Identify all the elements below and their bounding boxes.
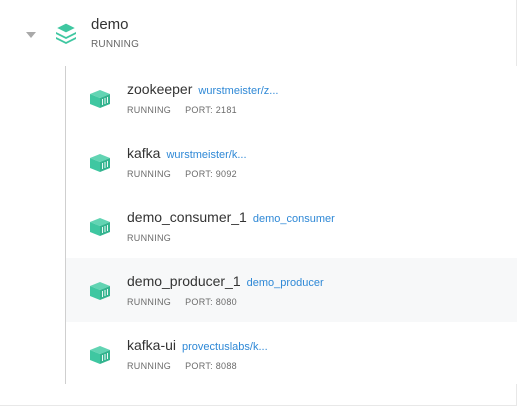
container-status: RUNNING	[127, 297, 172, 307]
container-image-link[interactable]: provectuslabs/k...	[182, 341, 268, 353]
container-icon	[90, 282, 110, 300]
container-image-link[interactable]: demo_consumer	[253, 213, 335, 225]
container-icon	[90, 346, 110, 364]
container-status: RUNNING	[127, 169, 172, 179]
stack-name: demo	[91, 16, 129, 33]
container-name: demo_producer_1	[127, 273, 241, 289]
container-list: zookeeper wurstmeister/z... RUNNING PORT: …	[65, 66, 517, 384]
container-status: RUNNING	[127, 105, 172, 115]
container-row-kafka-ui[interactable]: kafka-ui provectuslabs/k... RUNNING PORT: …	[66, 322, 517, 384]
stack-icon	[55, 22, 77, 44]
stack-status: RUNNING	[91, 39, 140, 50]
container-row-demo-producer[interactable]: demo_producer_1 demo_producer RUNNING PORT…	[66, 258, 517, 322]
container-status: RUNNING	[127, 233, 172, 243]
container-port: PORT: 8080	[185, 297, 237, 307]
container-name: zookeeper	[127, 81, 193, 97]
container-name: demo_consumer_1	[127, 209, 247, 225]
container-icon	[90, 218, 110, 236]
container-name: kafka-ui	[127, 337, 177, 353]
container-icon	[90, 154, 110, 172]
chevron-down-icon[interactable]	[26, 32, 36, 38]
container-image-link[interactable]: wurstmeister/z...	[198, 85, 278, 97]
container-port: PORT: 2181	[185, 105, 237, 115]
stack-row[interactable]: demo RUNNING	[0, 0, 517, 66]
container-image-link[interactable]: wurstmeister/k...	[166, 149, 246, 161]
container-row-kafka[interactable]: kafka wurstmeister/k... RUNNING PORT: 9092	[66, 130, 517, 194]
container-status: RUNNING	[127, 361, 172, 371]
container-port: PORT: 9092	[185, 169, 237, 179]
container-port: PORT: 8088	[185, 361, 237, 371]
container-image-link[interactable]: demo_producer	[247, 277, 324, 289]
container-row-demo-consumer[interactable]: demo_consumer_1 demo_consumer RUNNING	[66, 194, 517, 258]
container-row-zookeeper[interactable]: zookeeper wurstmeister/z... RUNNING PORT: …	[66, 66, 517, 130]
container-name: kafka	[127, 145, 161, 161]
container-icon	[90, 90, 110, 108]
